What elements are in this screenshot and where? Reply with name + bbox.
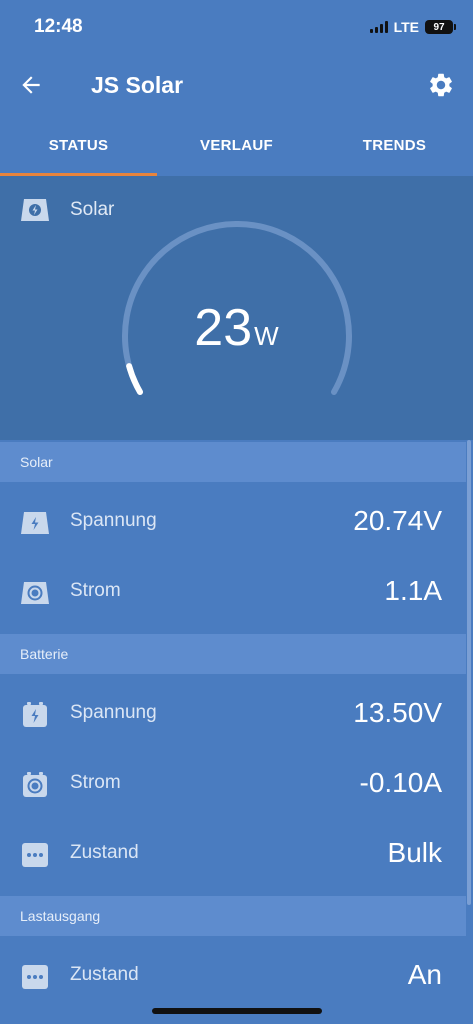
tab-trends[interactable]: TRENDS [316,118,473,176]
row-label: Strom [70,772,121,793]
arrow-left-icon[interactable] [18,72,44,98]
list-item-lastausgang-zustand: Zustand An [0,942,466,1012]
status-time: 12:48 [34,16,83,37]
solar-current-icon [21,582,49,604]
row-label: Zustand [70,964,139,985]
home-indicator[interactable] [152,1008,322,1014]
solar-gauge-panel: Solar 23W [0,176,473,440]
list-item-batterie-strom: Strom -0.10A [0,750,466,820]
gauge-fill [126,363,144,395]
row-label: Spannung [70,702,157,723]
app-bar: JS Solar [0,58,473,113]
gauge-header: Solar [20,198,114,222]
solar-panel-icon [21,199,49,221]
status-indicators: LTE 97 [369,19,456,35]
list-item-solar-spannung: Spannung 20.74V [0,488,466,558]
section-title: Lastausgang [20,908,101,924]
network-label: LTE [393,19,419,35]
section-header-solar: Solar [0,442,466,482]
more-dots-icon [22,843,48,867]
signal-icon [369,21,388,33]
gauge-number: 23 [194,299,253,357]
more-dots-icon [22,965,48,989]
section-header-lastausgang: Lastausgang [0,896,466,936]
battery-icon: 97 [425,20,456,34]
gauge-title: Solar [70,199,115,220]
list-item-solar-strom: Strom 1.1A [0,558,466,628]
section-header-batterie: Batterie [0,634,466,674]
row-value: 13.50V [353,697,442,728]
tab-bar: STATUS VERLAUF TRENDS [0,118,473,176]
section-title: Solar [20,454,53,470]
list-item-batterie-zustand: Zustand Bulk [0,820,466,890]
gauge-value: 23W [0,298,473,358]
tab-status[interactable]: STATUS [0,118,157,176]
tab-verlauf[interactable]: VERLAUF [158,118,315,176]
gauge-unit: W [254,321,279,351]
page-title: JS Solar [91,72,184,98]
scrollbar[interactable] [467,440,471,905]
section-title: Batterie [20,646,69,662]
row-label: Spannung [70,510,157,531]
row-value: 1.1A [384,575,442,606]
battery-current-icon [23,772,47,797]
solar-bolt-icon [21,512,49,534]
row-value: -0.10A [359,767,443,798]
row-label: Zustand [70,842,139,863]
row-value: Bulk [387,837,442,868]
battery-bolt-icon [23,702,47,727]
row-label: Strom [70,580,121,601]
status-bar: 12:48 LTE 97 [0,0,473,58]
list-item-batterie-spannung: Spannung 13.50V [0,680,466,750]
row-value: 20.74V [353,505,442,536]
row-value: An [407,959,442,990]
gear-icon[interactable] [427,71,455,99]
